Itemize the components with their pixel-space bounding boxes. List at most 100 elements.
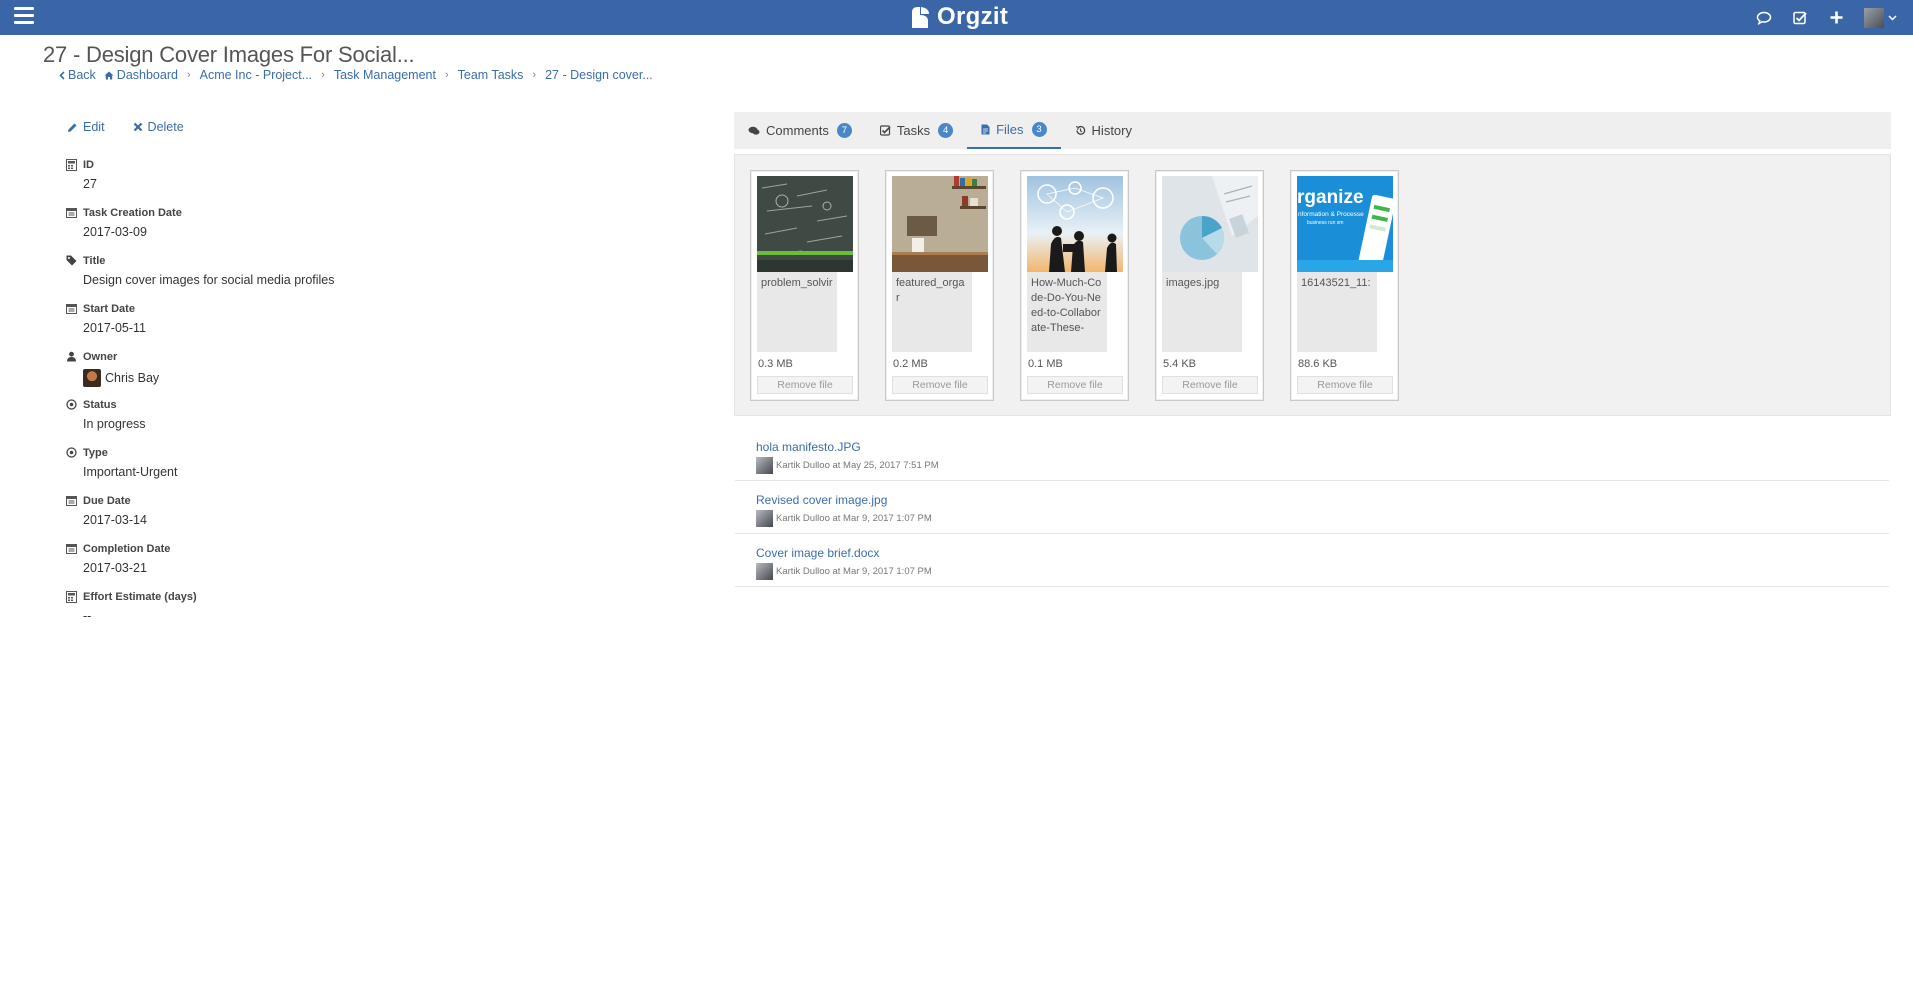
file-size: 0.3 MB <box>758 358 793 370</box>
field-value: 2017-05-11 <box>83 321 147 335</box>
file-name: 16143521_11: <box>1297 272 1377 352</box>
file-name: problem_solvir <box>757 272 837 352</box>
file-thumbnail[interactable] <box>892 176 988 272</box>
back-label: Back <box>68 68 96 82</box>
field-value: -- <box>83 609 92 623</box>
field-value: 2017-03-09 <box>83 225 147 239</box>
file-size: 88.6 KB <box>1298 358 1338 370</box>
remove-file-button[interactable]: Remove file <box>1027 376 1123 394</box>
file-name: images.jpg <box>1162 272 1242 352</box>
tab-history[interactable]: History <box>1061 112 1146 149</box>
hamburger-menu-icon[interactable] <box>14 7 34 27</box>
breadcrumb-label: Dashboard <box>116 68 178 82</box>
brand[interactable]: Orgzit <box>908 3 1008 31</box>
breadcrumb: Back Dashboard › Acme Inc - Project... ›… <box>59 68 653 82</box>
tab-label: Tasks <box>896 123 931 138</box>
field-value: 2017-03-21 <box>83 561 147 575</box>
tab-label: History <box>1091 123 1132 138</box>
plus-icon[interactable] <box>1818 0 1854 35</box>
delete-button[interactable]: Delete <box>133 120 184 134</box>
breadcrumb-project[interactable]: Acme Inc - Project... <box>200 68 313 82</box>
field-task-creation-date: Task Creation Date 2017-03-09 <box>66 205 626 253</box>
calculator-icon <box>66 158 77 171</box>
file-meta: Kartik Dulloo at Mar 9, 2017 1:07 PM <box>756 563 1889 580</box>
back-link[interactable]: Back <box>59 68 96 82</box>
tab-tasks[interactable]: Tasks 4 <box>866 112 967 149</box>
file-link[interactable]: Cover image brief.docx <box>756 546 879 560</box>
thumb-subtitle: nformation & Processe <box>1298 211 1364 218</box>
list-item: Cover image brief.docx Kartik Dulloo at … <box>735 534 1889 587</box>
thumb-title: rganize <box>1297 187 1364 208</box>
avatar <box>1864 7 1884 28</box>
breadcrumb-separator: › <box>186 69 191 81</box>
list-item: Revised cover image.jpg Kartik Dulloo at… <box>735 481 1889 534</box>
file-meta: Kartik Dulloo at Mar 9, 2017 1:07 PM <box>756 510 1889 527</box>
remove-file-button[interactable]: Remove file <box>757 376 853 394</box>
breadcrumb-current[interactable]: 27 - Design cover... <box>545 68 653 82</box>
field-value: In progress <box>83 417 146 431</box>
field-label: ID <box>83 158 94 171</box>
tab-comments[interactable]: Comments 7 <box>734 112 866 149</box>
field-label: Start Date <box>83 302 135 315</box>
file-activity-list: hola manifesto.JPG Kartik Dulloo at May … <box>735 428 1889 587</box>
field-value: Chris Bay <box>83 369 626 387</box>
remove-file-button[interactable]: Remove file <box>892 376 988 394</box>
tag-icon <box>66 255 77 266</box>
field-label: Task Creation Date <box>83 206 182 219</box>
field-title: Title Design cover images for social med… <box>66 253 626 301</box>
file-card[interactable]: featured_orgar 0.2 MB Remove file <box>885 170 994 401</box>
tab-count-badge: 3 <box>1031 122 1047 137</box>
field-label: Status <box>83 398 117 411</box>
field-start-date: Start Date 2017-05-11 <box>66 301 626 349</box>
page-title: 27 - Design Cover Images For Social... <box>43 42 415 67</box>
owner-avatar <box>83 369 101 387</box>
tab-label: Files <box>996 122 1024 137</box>
file-link[interactable]: Revised cover image.jpg <box>756 493 887 507</box>
file-name: How-Much-Code-Do-You-Need-to-Collaborate… <box>1027 272 1107 352</box>
history-icon <box>1075 125 1085 135</box>
tab-count-badge: 4 <box>938 123 954 138</box>
remove-file-button[interactable]: Remove file <box>1162 376 1258 394</box>
thumb-subtitle: business run sm <box>1307 220 1343 226</box>
chevron-left-icon <box>59 70 65 80</box>
breadcrumb-dashboard[interactable]: Dashboard <box>104 68 178 82</box>
breadcrumb-separator: › <box>532 69 537 81</box>
breadcrumb-team-tasks[interactable]: Team Tasks <box>458 68 524 82</box>
chevron-down-icon <box>1888 14 1897 21</box>
checkbox-icon[interactable] <box>1782 0 1818 35</box>
field-label: Due Date <box>83 494 131 507</box>
user-icon <box>67 351 76 362</box>
field-completion-date: Completion Date 2017-03-21 <box>66 541 626 589</box>
owner-name[interactable]: Chris Bay <box>105 371 159 385</box>
field-type: Type Important-Urgent <box>66 445 626 493</box>
file-size: 0.2 MB <box>893 358 928 370</box>
avatar <box>756 510 773 527</box>
field-label: Effort Estimate (days) <box>83 590 197 603</box>
file-card[interactable]: rganize nformation & Processe business r… <box>1290 170 1399 401</box>
file-meta-text: Kartik Dulloo at May 25, 2017 7:51 PM <box>776 460 939 471</box>
file-link[interactable]: hola manifesto.JPG <box>756 440 861 454</box>
file-card[interactable]: images.jpg 5.4 KB Remove file <box>1155 170 1264 401</box>
comments-icon <box>748 126 760 135</box>
file-thumbnail[interactable] <box>757 176 853 272</box>
target-icon <box>66 399 77 410</box>
file-card[interactable]: How-Much-Code-Do-You-Need-to-Collaborate… <box>1020 170 1129 401</box>
avatar <box>756 457 773 474</box>
calendar-icon <box>66 304 77 314</box>
tab-files[interactable]: Files 3 <box>967 112 1061 149</box>
field-value: Design cover images for social media pro… <box>83 273 335 287</box>
file-card[interactable]: problem_solvir 0.3 MB Remove file <box>750 170 859 401</box>
chat-bubble-icon[interactable] <box>1746 0 1782 35</box>
remove-file-button[interactable]: Remove file <box>1297 376 1393 394</box>
breadcrumb-task-management[interactable]: Task Management <box>334 68 436 82</box>
field-label: Completion Date <box>83 542 171 555</box>
field-id: ID 27 <box>66 157 626 205</box>
user-menu[interactable] <box>1854 0 1903 35</box>
check-square-icon <box>879 125 891 136</box>
file-thumbnail[interactable] <box>1162 176 1258 272</box>
file-thumbnail[interactable] <box>1027 176 1123 272</box>
edit-button[interactable]: Edit <box>67 120 105 134</box>
breadcrumb-separator: › <box>321 69 325 81</box>
file-thumbnail[interactable]: rganize nformation & Processe business r… <box>1297 176 1393 272</box>
file-meta-text: Kartik Dulloo at Mar 9, 2017 1:07 PM <box>776 566 932 577</box>
